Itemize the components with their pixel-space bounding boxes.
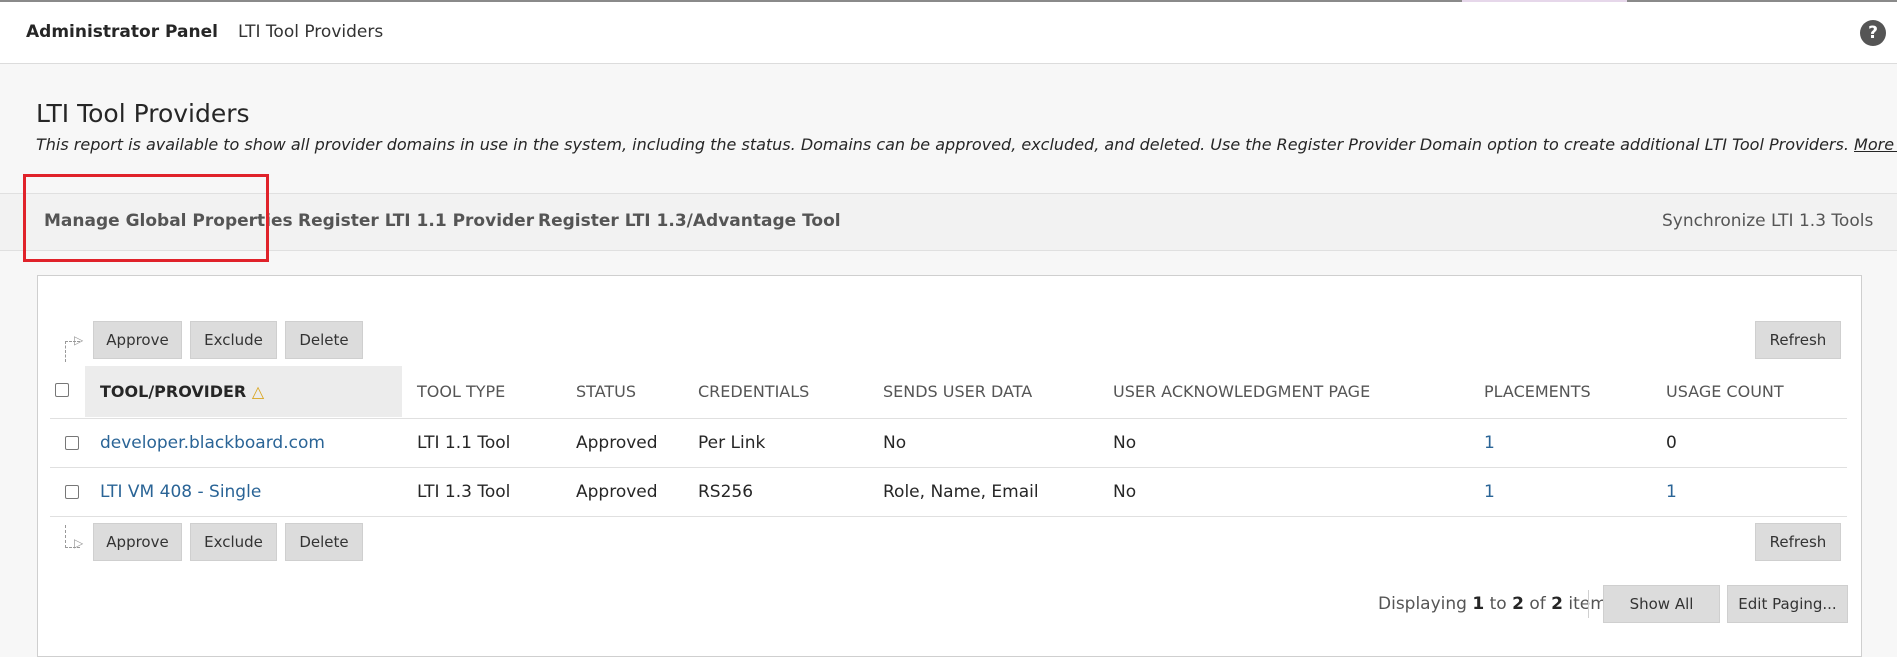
- paging-summary: Displaying 1 to 2 of 2 items: [1378, 594, 1616, 614]
- column-header-placements[interactable]: PLACEMENTS: [1484, 382, 1591, 401]
- sort-ascending-icon: △: [251, 382, 265, 401]
- column-header-tool-type[interactable]: TOOL TYPE: [417, 382, 505, 401]
- usage-count-link[interactable]: 1: [1666, 482, 1677, 502]
- sends-user-data-cell: Role, Name, Email: [883, 482, 1039, 502]
- row-divider: [50, 467, 1847, 468]
- approve-button[interactable]: Approve: [93, 523, 182, 561]
- tool-provider-link[interactable]: developer.blackboard.com: [100, 433, 325, 453]
- credentials-cell: RS256: [698, 482, 754, 502]
- arrow-head-icon: ▷: [74, 536, 84, 550]
- usage-count-cell: 0: [1666, 433, 1677, 453]
- paging-to: 2: [1512, 594, 1524, 614]
- status-cell: Approved: [576, 433, 658, 453]
- exclude-button[interactable]: Exclude: [190, 523, 277, 561]
- delete-button[interactable]: Delete: [285, 321, 363, 359]
- page-header: Administrator Panel LTI Tool Providers ?: [0, 2, 1897, 64]
- row-checkbox[interactable]: [65, 485, 79, 499]
- column-header-credentials[interactable]: CREDENTIALS: [698, 382, 809, 401]
- delete-button[interactable]: Delete: [285, 523, 363, 561]
- exclude-button[interactable]: Exclude: [190, 321, 277, 359]
- page-description: This report is available to show all pro…: [36, 135, 1897, 154]
- approve-button[interactable]: Approve: [93, 321, 182, 359]
- arrow-head-icon: ▷: [74, 333, 84, 347]
- credentials-cell: Per Link: [698, 433, 766, 453]
- breadcrumb-current: LTI Tool Providers: [238, 22, 384, 42]
- tool-type-cell: LTI 1.1 Tool: [417, 433, 511, 453]
- description-text: This report is available to show all pro…: [36, 135, 1849, 154]
- tool-provider-link[interactable]: LTI VM 408 - Single: [100, 482, 261, 502]
- column-header-tool-provider[interactable]: TOOL/PROVIDER △: [100, 382, 264, 401]
- sends-user-data-cell: No: [883, 433, 907, 453]
- user-ack-cell: No: [1113, 433, 1137, 453]
- placements-link[interactable]: 1: [1484, 482, 1495, 502]
- tool-type-cell: LTI 1.3 Tool: [417, 482, 511, 502]
- column-header-usage-count[interactable]: USAGE COUNT: [1666, 382, 1784, 401]
- paging-prefix: Displaying: [1378, 594, 1467, 614]
- more-help-link[interactable]: More Help: [1854, 135, 1897, 154]
- placements-link[interactable]: 1: [1484, 433, 1495, 453]
- column-header-user-ack[interactable]: USER ACKNOWLEDGMENT PAGE: [1113, 382, 1370, 401]
- paging-total: 2: [1551, 594, 1563, 614]
- edit-paging-button[interactable]: Edit Paging...: [1727, 585, 1848, 623]
- breadcrumb-administrator-panel[interactable]: Administrator Panel: [26, 22, 218, 42]
- row-divider: [50, 516, 1847, 517]
- register-lti-13-tool-button[interactable]: Register LTI 1.3/Advantage Tool: [538, 211, 841, 231]
- page-title: LTI Tool Providers: [36, 99, 250, 128]
- action-bar: Manage Global Properties Register LTI 1.…: [0, 193, 1897, 251]
- column-header-status[interactable]: STATUS: [576, 382, 636, 401]
- refresh-button[interactable]: Refresh: [1755, 523, 1841, 561]
- row-checkbox[interactable]: [65, 436, 79, 450]
- highlight-box: [23, 174, 269, 262]
- paging-separator: [1588, 590, 1589, 618]
- help-icon[interactable]: ?: [1860, 20, 1886, 46]
- register-lti-11-provider-button[interactable]: Register LTI 1.1 Provider: [298, 211, 534, 231]
- select-all-checkbox[interactable]: [55, 383, 69, 397]
- synchronize-lti-13-tools-button[interactable]: Synchronize LTI 1.3 Tools: [1662, 211, 1873, 231]
- refresh-button[interactable]: Refresh: [1755, 321, 1841, 359]
- show-all-button[interactable]: Show All: [1603, 585, 1720, 623]
- user-ack-cell: No: [1113, 482, 1137, 502]
- paging-to-word: to: [1489, 594, 1507, 614]
- column-header-sends-user-data[interactable]: SENDS USER DATA: [883, 382, 1032, 401]
- column-header-tool-provider-label: TOOL/PROVIDER: [100, 382, 247, 401]
- status-cell: Approved: [576, 482, 658, 502]
- paging-from: 1: [1472, 594, 1485, 614]
- paging-of-word: of: [1529, 594, 1546, 614]
- row-divider: [50, 418, 1847, 419]
